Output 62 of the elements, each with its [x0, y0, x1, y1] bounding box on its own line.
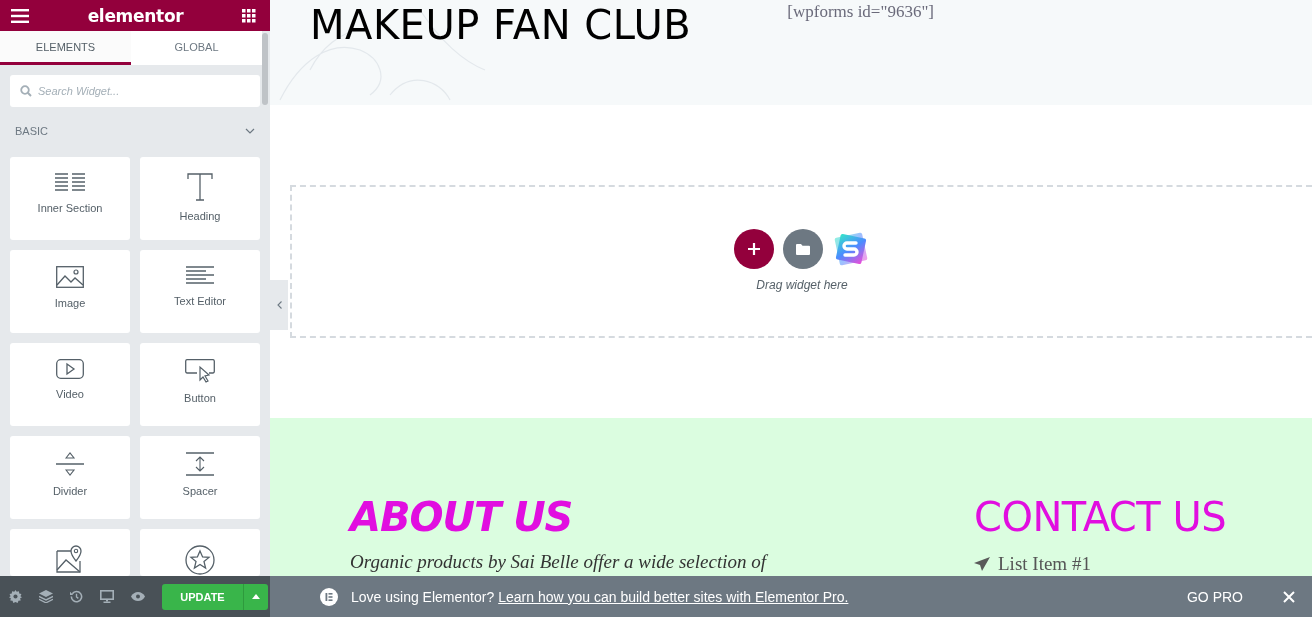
- go-pro-link[interactable]: GO PRO: [1187, 588, 1243, 605]
- menu-icon[interactable]: [11, 8, 29, 23]
- add-section-button[interactable]: [734, 229, 774, 269]
- widget-label: Video: [56, 388, 84, 400]
- widget-card[interactable]: Text Editor: [140, 250, 260, 333]
- widget-card[interactable]: Inner Section: [10, 157, 130, 240]
- category-title: BASIC: [15, 125, 48, 137]
- widget-card[interactable]: [10, 529, 130, 576]
- notice-text: Love using Elementor?: [351, 588, 495, 605]
- plus-icon: [748, 243, 760, 255]
- panel-tab[interactable]: GLOBAL: [131, 31, 262, 65]
- widget-label: Text Editor: [174, 295, 226, 307]
- close-icon[interactable]: [1283, 590, 1295, 603]
- logo-text: elementor: [87, 5, 184, 26]
- button-cursor-icon: [185, 359, 215, 383]
- widget-card[interactable]: Heading: [140, 157, 260, 240]
- save-options-button[interactable]: [243, 583, 268, 610]
- heading-icon: [187, 173, 213, 201]
- widget-label: Inner Section: [37, 202, 103, 214]
- widget-label: Divider: [52, 485, 88, 497]
- panel-tab[interactable]: ELEMENTS: [0, 31, 131, 65]
- history-icon[interactable]: [70, 590, 83, 603]
- widget-card[interactable]: Divider: [10, 436, 130, 519]
- widget-card[interactable]: Spacer: [140, 436, 260, 519]
- notice-link[interactable]: Learn how you can build better sites with Elementor Pro.: [498, 588, 849, 605]
- text-lines-icon: [186, 266, 214, 286]
- search-field[interactable]: Search Widget...: [10, 75, 260, 107]
- widget-label: Heading: [179, 210, 221, 222]
- page-title: MAKEUP FAN CLUB: [310, 2, 692, 48]
- layers-icon[interactable]: [39, 590, 53, 603]
- spacer-icon: [186, 452, 214, 476]
- widget-card[interactable]: Image: [10, 250, 130, 333]
- chevron-left-icon: [276, 301, 282, 309]
- about-text: Organic products by Sai Belle offer a wide selection of: [350, 551, 769, 573]
- divider-icon: [56, 452, 84, 476]
- apps-grid-icon[interactable]: [242, 8, 256, 23]
- image-icon: [56, 266, 84, 288]
- collapse-handle[interactable]: [270, 280, 288, 330]
- widget-label: Button: [184, 392, 216, 404]
- drop-hint: Drag widget here: [756, 278, 848, 292]
- shortcode-text: [wpforms id="9636"]: [787, 2, 934, 22]
- drop-zone[interactable]: Drag widget here: [290, 185, 1312, 338]
- settings-icon[interactable]: [9, 590, 22, 603]
- widget-label: Spacer: [182, 485, 218, 497]
- columns-icon: [55, 173, 85, 193]
- desktop-icon[interactable]: [100, 590, 114, 603]
- map-pin-icon: [56, 545, 84, 573]
- folder-icon: [796, 243, 810, 255]
- contact-list-item: List Item #1: [998, 553, 1091, 575]
- video-play-icon: [56, 359, 84, 379]
- contact-heading: CONTACT US: [974, 494, 1227, 540]
- template-button[interactable]: [783, 229, 823, 269]
- chevron-icon[interactable]: [245, 128, 255, 134]
- widget-card[interactable]: [140, 529, 260, 576]
- elementor-icon: [320, 587, 338, 606]
- widget-label: Image: [54, 297, 86, 309]
- paper-plane-icon: [974, 557, 990, 571]
- eye-icon[interactable]: [131, 592, 145, 601]
- scrollbar-thumb[interactable]: [262, 33, 268, 105]
- widget-card[interactable]: Video: [10, 343, 130, 426]
- caret-icon: [252, 594, 260, 599]
- widget-card[interactable]: Button: [140, 343, 260, 426]
